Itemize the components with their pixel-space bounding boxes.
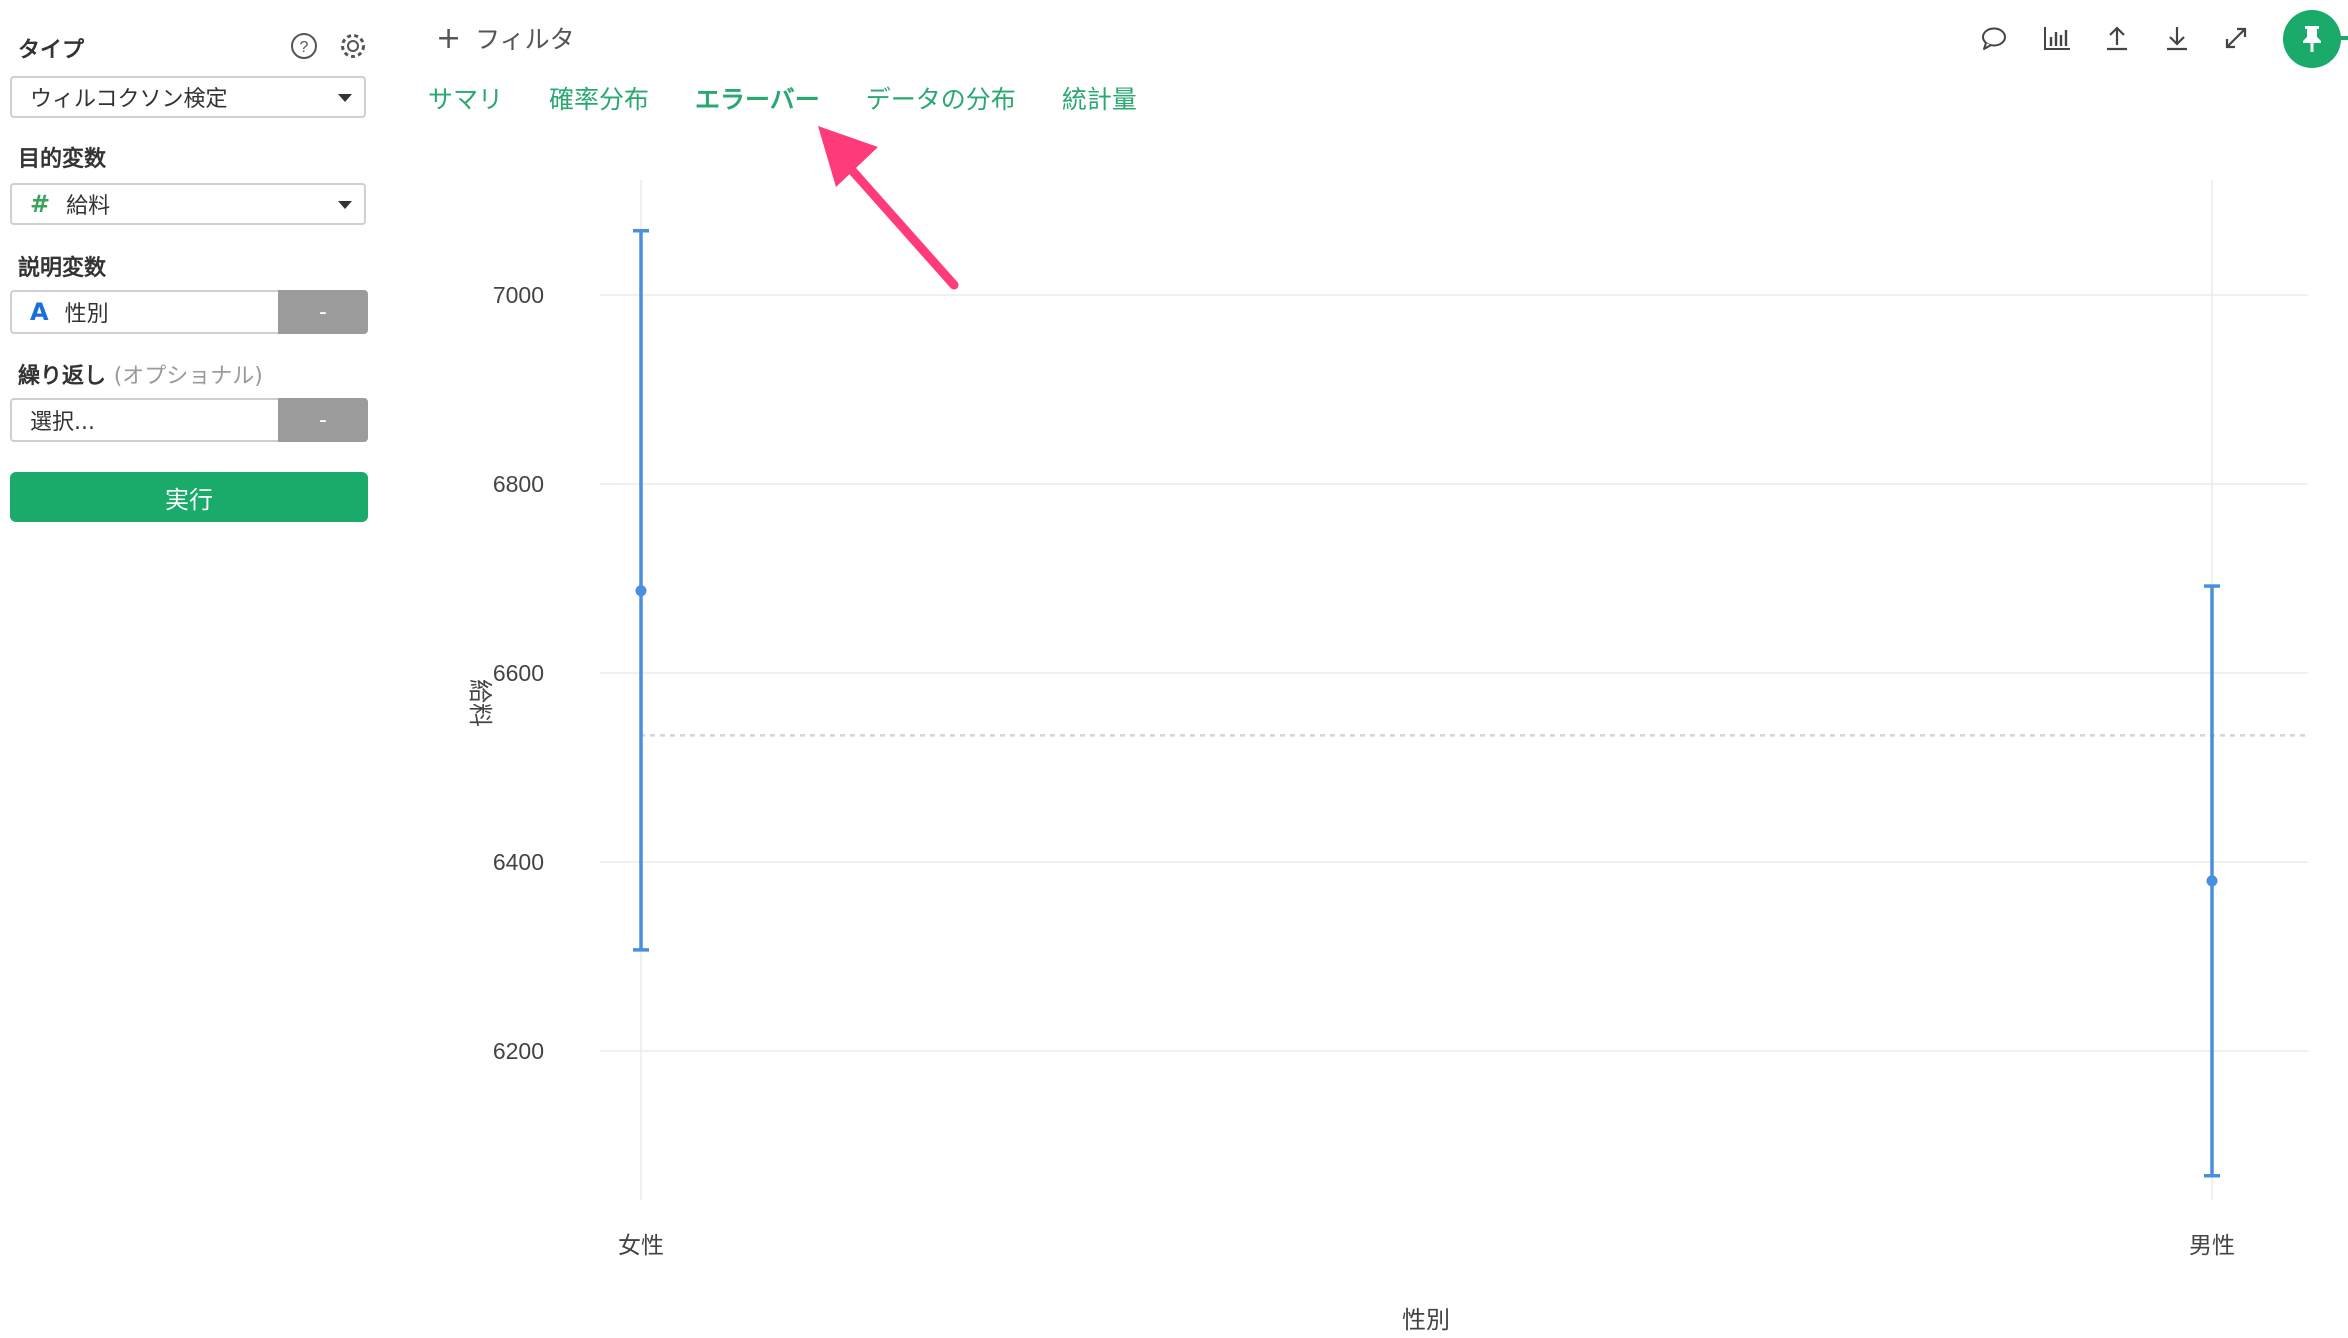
y-tick-label: 6600: [493, 660, 544, 686]
y-tick-label: 6200: [493, 1038, 544, 1064]
y-axis-label: 給料: [466, 679, 493, 727]
x-tick-label: 女性: [618, 1232, 664, 1258]
mean-point: [635, 585, 647, 597]
y-tick-label: 7000: [493, 282, 544, 308]
x-axis-label: 性別: [1402, 1307, 1450, 1334]
error-bar-chart: 6200 6400 6600 6800 7000 女性 男性 性別 給料: [466, 180, 2308, 1334]
x-tick-label: 男性: [2189, 1232, 2235, 1258]
y-tick-label: 6400: [493, 849, 544, 875]
y-tick-label: 6800: [493, 471, 544, 497]
mean-point: [2206, 875, 2218, 887]
